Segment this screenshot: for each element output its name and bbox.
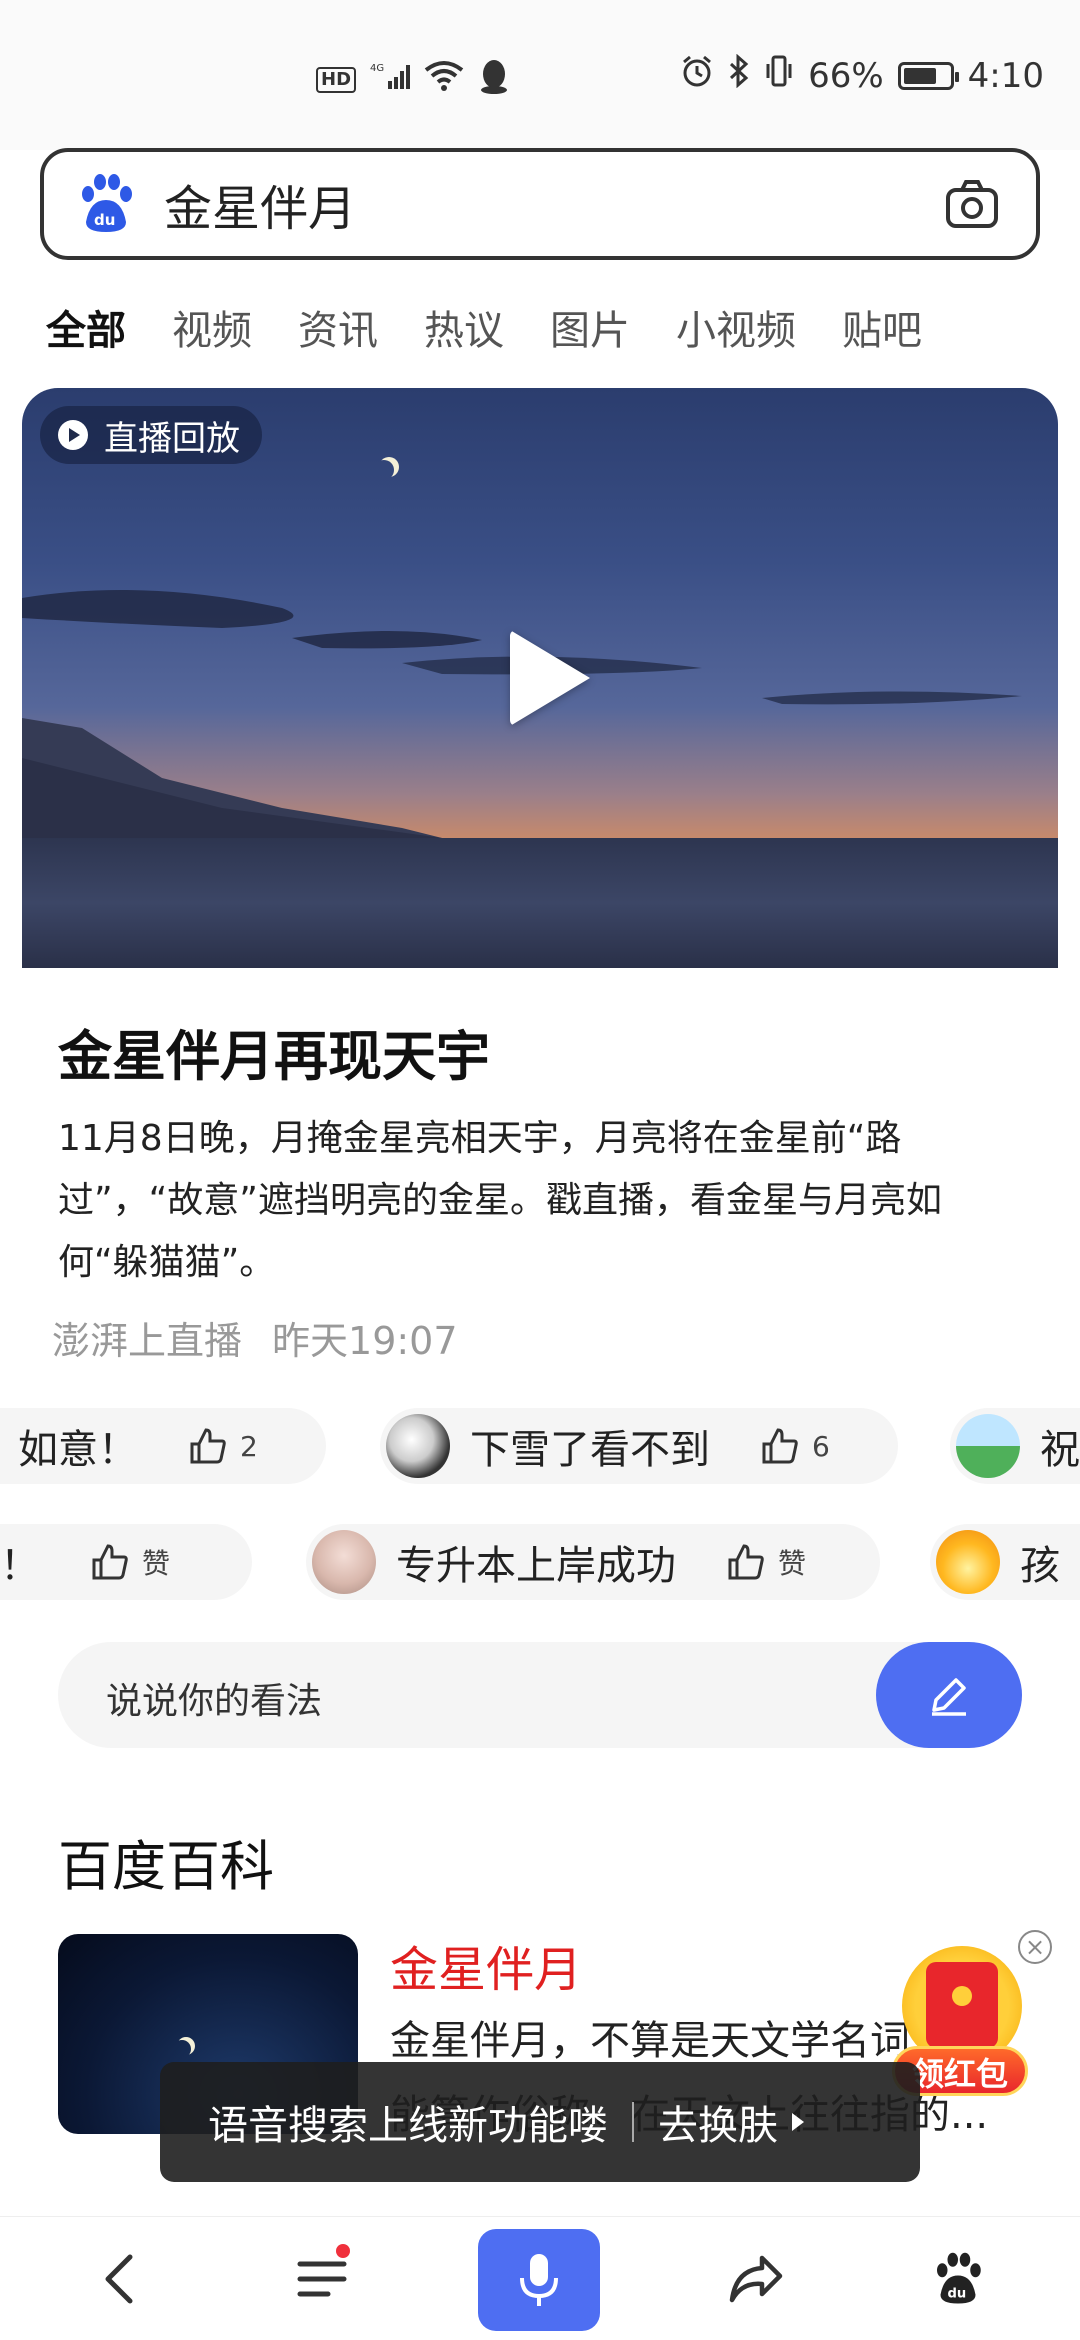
comment-pill[interactable]: 孩: [930, 1524, 1080, 1600]
video-title[interactable]: 金星伴月再现天宇: [58, 1012, 490, 1091]
comment-pill[interactable]: 祝: [950, 1408, 1080, 1484]
arrow-right-icon: [792, 2113, 804, 2131]
moon: [374, 460, 394, 480]
like-count: 6: [812, 1429, 830, 1463]
menu-icon: [297, 2261, 347, 2297]
baidu-paw-icon: du: [937, 2252, 981, 2304]
baidu-logo-icon: du: [74, 172, 138, 236]
like-button[interactable]: 2: [188, 1426, 258, 1466]
comment-text: 祝: [1040, 1427, 1080, 1473]
comment-text: ！: [0, 1543, 40, 1589]
battery-icon: [897, 61, 959, 90]
vibrate-icon: [764, 54, 794, 97]
comment-pill[interactable]: 专升本上岸成功 赞: [306, 1524, 880, 1600]
search-query[interactable]: 金星伴月: [164, 169, 944, 239]
video-time: 昨天19:07: [272, 1319, 458, 1363]
status-right: 66% 4:10: [680, 53, 1044, 97]
red-envelope-icon: [926, 1962, 998, 2048]
qq-icon: [478, 58, 510, 101]
avatar: [386, 1414, 450, 1478]
result-tabs: 全部 视频 资讯 热议 图片 小视频 贴吧: [0, 282, 1080, 372]
comment-text: 如意！: [18, 1427, 138, 1473]
comment-row: ！ 赞 专升本上岸成功 赞 孩: [0, 1524, 1080, 1600]
play-small-icon: [58, 420, 88, 450]
play-icon[interactable]: [510, 630, 590, 726]
voice-search-button[interactable]: [478, 2229, 600, 2331]
like-count: 赞: [142, 1547, 171, 1580]
status-left: HD 4G: [316, 58, 510, 101]
clock: 4:10: [967, 55, 1044, 96]
like-count: 赞: [778, 1547, 807, 1580]
video-thumbnail[interactable]: 直播回放: [22, 388, 1058, 968]
bottom-nav: du: [0, 2216, 1080, 2340]
svg-text:du: du: [94, 211, 115, 229]
like-count: 2: [240, 1429, 258, 1463]
tab-discussion[interactable]: 热议: [424, 298, 504, 356]
like-button[interactable]: 6: [760, 1426, 830, 1466]
toast-action: 去换肤: [658, 2103, 778, 2149]
tab-short-video[interactable]: 小视频: [676, 298, 796, 356]
toast: 语音搜索上线新功能喽 去换肤: [160, 2062, 920, 2182]
moon: [173, 2040, 191, 2058]
back-button[interactable]: [60, 2217, 180, 2340]
alarm-icon: [680, 54, 714, 97]
comment-pill[interactable]: ！ 赞: [0, 1524, 252, 1600]
video-description: 11月8日晚，月掩金星亮相天宇，月亮将在金星前“路过”，“故意”遮挡明亮的金星。…: [58, 1118, 942, 1283]
baike-section-title: 百度百科: [58, 1835, 274, 1898]
svg-text:du: du: [948, 2286, 967, 2301]
replay-badge: 直播回放: [40, 406, 262, 464]
compose-button[interactable]: [876, 1642, 1022, 1748]
tab-images[interactable]: 图片: [550, 298, 630, 356]
avatar: [956, 1414, 1020, 1478]
opinion-input[interactable]: 说说你的看法: [58, 1642, 1022, 1748]
comment-text: 下雪了看不到: [470, 1427, 710, 1473]
baike-title[interactable]: 金星伴月: [390, 1930, 582, 2000]
thumbs-up-icon: [728, 1544, 764, 1580]
share-button[interactable]: [696, 2217, 816, 2340]
back-arrow-icon: [105, 2254, 133, 2304]
comment-row: 如意！ 2 下雪了看不到 6 祝: [0, 1408, 1080, 1484]
replay-label: 直播回放: [104, 418, 240, 459]
thumbs-up-icon: [92, 1544, 128, 1580]
svg-text:4G: 4G: [370, 63, 384, 74]
search-bar[interactable]: du 金星伴月: [40, 148, 1040, 260]
battery-percent: 66%: [808, 55, 884, 96]
bluetooth-icon: [728, 53, 750, 97]
comment-text: 孩: [1020, 1543, 1060, 1589]
like-button[interactable]: 赞: [90, 1542, 170, 1582]
tab-tieba[interactable]: 贴吧: [842, 298, 922, 356]
avatar: [936, 1530, 1000, 1594]
tab-video[interactable]: 视频: [172, 298, 252, 356]
toast-message: 语音搜索上线新功能喽: [208, 2103, 608, 2149]
wifi-icon: [424, 60, 464, 99]
pen-icon: [932, 1678, 966, 1716]
close-icon[interactable]: ×: [1018, 1930, 1052, 1964]
status-bar: HD 4G 66% 4:10: [0, 0, 1080, 150]
like-button[interactable]: 赞: [726, 1542, 806, 1582]
comment-pill[interactable]: 如意！ 2: [0, 1408, 326, 1484]
water: [22, 838, 1058, 968]
notification-dot: [336, 2244, 350, 2258]
opinion-placeholder: 说说你的看法: [106, 1681, 323, 1722]
thumbs-up-icon: [190, 1428, 226, 1464]
avatar: [312, 1530, 376, 1594]
tab-news[interactable]: 资讯: [298, 298, 378, 356]
baidu-home-button[interactable]: du: [898, 2217, 1018, 2340]
signal-icon: 4G: [370, 61, 411, 98]
toast-divider: [632, 2102, 634, 2142]
tab-all[interactable]: 全部: [46, 298, 126, 356]
share-icon: [729, 2255, 783, 2303]
thumbs-up-icon: [762, 1428, 798, 1464]
video-meta: 澎湃上直播 昨天19:07: [52, 1310, 458, 1365]
camera-icon[interactable]: [944, 176, 1000, 232]
microphone-icon: [520, 2254, 558, 2306]
comment-text: 专升本上岸成功: [396, 1543, 676, 1589]
video-source: 澎湃上直播: [52, 1319, 243, 1363]
menu-button[interactable]: [262, 2217, 382, 2340]
change-skin-button[interactable]: 去换肤: [658, 2093, 804, 2151]
hd-icon: HD: [316, 66, 357, 93]
comment-pill[interactable]: 下雪了看不到 6: [380, 1408, 898, 1484]
